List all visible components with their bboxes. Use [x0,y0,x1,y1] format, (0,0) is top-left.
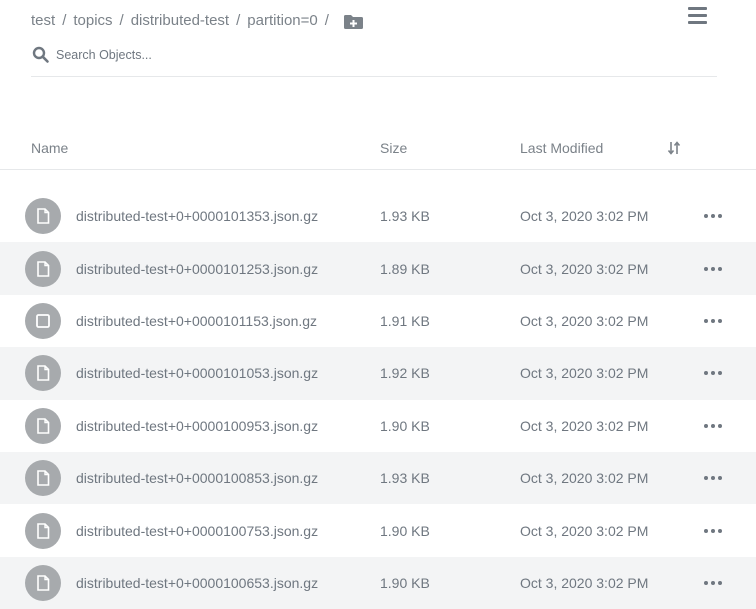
more-horizontal-icon[interactable] [704,421,722,431]
search-bar [31,44,717,77]
breadcrumb: test / topics / distributed-test / parti… [31,9,364,31]
file-name[interactable]: distributed-test+0+0000100853.json.gz [76,470,318,486]
file-size: 1.93 KB [380,208,430,225]
breadcrumb-test[interactable]: test [31,12,55,29]
more-horizontal-icon[interactable] [704,473,722,483]
file-name[interactable]: distributed-test+0+0000101153.json.gz [76,313,317,329]
column-header-last-modified[interactable]: Last Modified [520,140,603,156]
breadcrumb-separator: / [324,11,329,29]
file-icon [25,460,61,497]
file-last-modified: Oct 3, 2020 3:02 PM [520,522,649,539]
more-horizontal-icon[interactable] [704,526,722,536]
table-row[interactable]: distributed-test+0+0000101153.json.gz 1.… [0,295,756,347]
column-header-size[interactable]: Size [380,140,407,156]
breadcrumb-distributed-test[interactable]: distributed-test [131,12,229,29]
sort-icon[interactable] [667,140,681,156]
table-row[interactable]: distributed-test+0+0000101053.json.gz 1.… [0,347,756,400]
file-name[interactable]: distributed-test+0+0000100653.json.gz [76,575,318,591]
search-input[interactable] [56,48,656,62]
file-name[interactable]: distributed-test+0+0000101353.json.gz [76,208,318,224]
file-icon [25,407,61,444]
file-last-modified: Oct 3, 2020 3:02 PM [520,260,649,277]
breadcrumb-separator: / [62,11,67,29]
more-horizontal-icon[interactable] [704,316,722,326]
table-header: Name Size Last Modified [0,128,756,170]
file-last-modified: Oct 3, 2020 3:02 PM [520,365,649,382]
file-icon [25,198,61,235]
file-size: 1.89 KB [380,260,430,277]
file-name[interactable]: distributed-test+0+0000100953.json.gz [76,418,318,434]
more-horizontal-icon[interactable] [704,368,722,378]
file-size: 1.90 KB [380,417,430,434]
more-horizontal-icon[interactable] [704,578,722,588]
file-icon [25,564,61,601]
more-horizontal-icon[interactable] [704,211,722,221]
file-size: 1.90 KB [380,574,430,591]
file-size: 1.93 KB [380,470,430,487]
file-icon [25,250,61,287]
breadcrumb-separator: / [119,11,124,29]
hamburger-menu-icon[interactable] [688,7,708,25]
folder-plus-icon[interactable] [343,14,364,30]
file-size: 1.91 KB [380,312,430,329]
file-name[interactable]: distributed-test+0+0000100753.json.gz [76,523,318,539]
file-last-modified: Oct 3, 2020 3:02 PM [520,574,649,591]
table-row[interactable]: distributed-test+0+0000100653.json.gz 1.… [0,556,756,609]
file-name[interactable]: distributed-test+0+0000101053.json.gz [76,365,318,381]
file-icon [25,512,61,549]
file-name[interactable]: distributed-test+0+0000101253.json.gz [76,261,318,277]
breadcrumb-partition[interactable]: partition=0 [247,12,317,29]
table-row[interactable]: distributed-test+0+0000101353.json.gz 1.… [0,190,756,242]
more-horizontal-icon[interactable] [704,264,722,274]
search-icon [32,46,50,64]
table-row[interactable]: distributed-test+0+0000100853.json.gz 1.… [0,451,756,505]
table-row[interactable]: distributed-test+0+0000100953.json.gz 1.… [0,400,756,452]
breadcrumb-separator: / [236,11,241,29]
object-list: distributed-test+0+0000101353.json.gz 1.… [0,190,756,609]
file-last-modified: Oct 3, 2020 3:02 PM [520,312,649,329]
file-size: 1.92 KB [380,365,430,382]
table-row[interactable]: distributed-test+0+0000101253.json.gz 1.… [0,242,756,295]
file-size: 1.90 KB [380,522,430,539]
file-last-modified: Oct 3, 2020 3:02 PM [520,470,649,487]
checkbox-icon[interactable] [25,302,61,339]
table-row[interactable]: distributed-test+0+0000100753.json.gz 1.… [0,504,756,556]
column-header-name[interactable]: Name [31,140,68,156]
file-last-modified: Oct 3, 2020 3:02 PM [520,208,649,225]
file-icon [25,355,61,392]
breadcrumb-topics[interactable]: topics [73,12,112,29]
file-last-modified: Oct 3, 2020 3:02 PM [520,417,649,434]
